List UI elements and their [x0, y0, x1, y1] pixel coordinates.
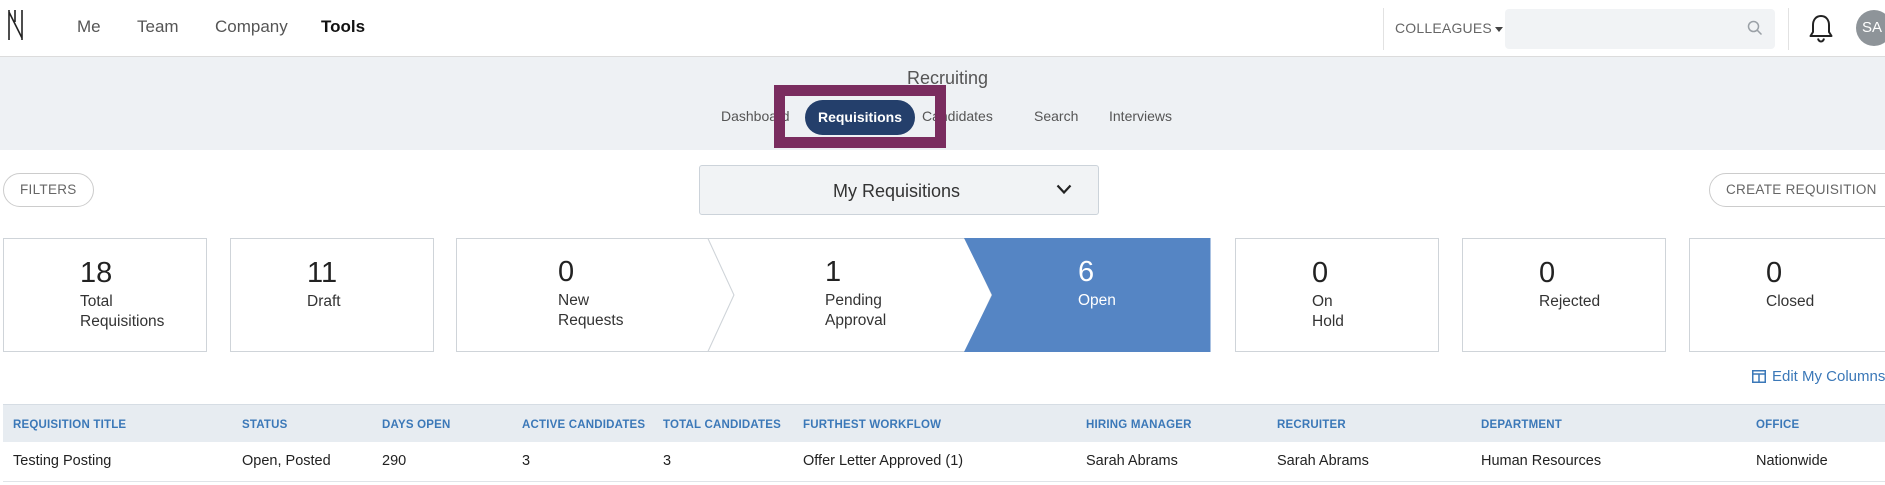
column-header[interactable]: OFFICE	[1756, 419, 1799, 431]
stat-label: Rejected	[1539, 293, 1601, 310]
edit-my-columns-label: Edit My Columns	[1772, 368, 1885, 385]
nav-item-me[interactable]: Me	[77, 17, 101, 37]
notification-bell-icon[interactable]	[1808, 13, 1834, 43]
filters-button[interactable]: FILTERS	[3, 173, 94, 207]
table-header: REQUISITION TITLE STATUS DAYS OPEN ACTIV…	[3, 404, 1885, 442]
stat-card-rejected[interactable]: 0 Rejected	[1462, 238, 1666, 352]
cell-hiring-manager: Sarah Abrams	[1086, 453, 1178, 469]
cell-department: Human Resources	[1481, 453, 1602, 469]
column-header[interactable]: STATUS	[242, 419, 288, 431]
column-header[interactable]: ACTIVE CANDIDATES	[522, 419, 645, 431]
colleagues-label: COLLEAGUES	[1395, 20, 1492, 36]
section-title: Recruiting	[906, 68, 989, 88]
cell-requisition-title[interactable]: Testing Posting	[13, 453, 111, 469]
top-navigation: Me Team Company Tools COLLEAGUES SA	[0, 0, 1885, 57]
cell-days-open: 290	[382, 453, 407, 469]
column-header[interactable]: TOTAL CANDIDATES	[663, 419, 781, 431]
stat-card-closed[interactable]: 0 Closed	[1689, 238, 1885, 352]
edit-my-columns-link[interactable]: Edit My Columns	[1752, 368, 1885, 385]
stat-value: 6	[1078, 256, 1095, 288]
tab-candidates[interactable]: Candidates	[922, 108, 993, 124]
colleagues-dropdown[interactable]: COLLEAGUES	[1395, 20, 1503, 36]
stat-value: 0	[558, 256, 575, 288]
stat-value: 18	[80, 257, 113, 289]
cell-furthest-workflow: Offer Letter Approved (1)	[803, 453, 964, 469]
tab-interviews[interactable]: Interviews	[1109, 108, 1172, 124]
search-box	[1505, 9, 1775, 49]
stat-label: Open	[1078, 292, 1116, 309]
nav-item-company[interactable]: Company	[215, 17, 288, 37]
stat-value: 0	[1766, 257, 1783, 289]
stat-value: 0	[1312, 257, 1329, 289]
chevron-down-icon	[1056, 184, 1072, 195]
column-header[interactable]: HIRING MANAGER	[1086, 419, 1192, 431]
column-header[interactable]: FURTHEST WORKFLOW	[803, 419, 941, 431]
stat-label: On Hold	[1312, 293, 1344, 330]
cell-recruiter: Sarah Abrams	[1277, 453, 1369, 469]
stat-label: Total Requisitions	[80, 293, 165, 330]
table-row[interactable]: Testing Posting Open, Posted 290 3 3 Off…	[3, 442, 1885, 482]
stat-label: Draft	[307, 293, 341, 310]
recruiting-subheader: Recruiting Dashboard Candidates Search I…	[0, 57, 1885, 150]
stat-value: 11	[307, 257, 338, 289]
create-requisition-label: CREATE REQUISITION	[1726, 182, 1877, 197]
columns-icon	[1752, 370, 1766, 383]
stat-label: Pending Approval	[825, 292, 887, 329]
cell-active-candidates: 3	[522, 453, 531, 469]
stat-value: 1	[825, 256, 842, 288]
tab-search[interactable]: Search	[1034, 108, 1078, 124]
nav-item-team[interactable]: Team	[137, 17, 179, 37]
requisition-view-select[interactable]: My Requisitions	[699, 165, 1099, 215]
column-header[interactable]: DAYS OPEN	[382, 419, 450, 431]
stat-label: Closed	[1766, 293, 1815, 310]
divider	[1788, 8, 1789, 50]
cell-office: Nationwide	[1756, 453, 1828, 469]
tab-dashboard[interactable]: Dashboard	[721, 108, 790, 124]
nav-item-tools[interactable]: Tools	[321, 17, 365, 37]
search-input[interactable]	[1505, 9, 1775, 49]
tab-requisitions[interactable]: Requisitions	[805, 100, 915, 135]
create-requisition-button[interactable]: CREATE REQUISITION	[1709, 173, 1885, 207]
stat-label: New Requests	[558, 292, 624, 329]
company-logo[interactable]	[6, 8, 26, 42]
column-header[interactable]: DEPARTMENT	[1481, 419, 1562, 431]
search-icon[interactable]	[1747, 20, 1763, 36]
column-header[interactable]: RECRUITER	[1277, 419, 1346, 431]
requisition-view-label: My Requisitions	[832, 181, 961, 201]
divider	[1383, 8, 1384, 50]
cell-status: Open, Posted	[242, 453, 331, 469]
stat-card-on-hold[interactable]: 0 On Hold	[1235, 238, 1439, 352]
column-header[interactable]: REQUISITION TITLE	[13, 419, 126, 431]
stat-card-draft[interactable]: 11 Draft	[230, 238, 434, 352]
user-avatar[interactable]: SA	[1856, 10, 1885, 46]
stat-value: 0	[1539, 257, 1556, 289]
cell-total-candidates: 3	[663, 453, 672, 469]
caret-down-icon	[1494, 26, 1503, 32]
stat-card-total-requisitions[interactable]: 18 Total Requisitions	[3, 238, 207, 352]
